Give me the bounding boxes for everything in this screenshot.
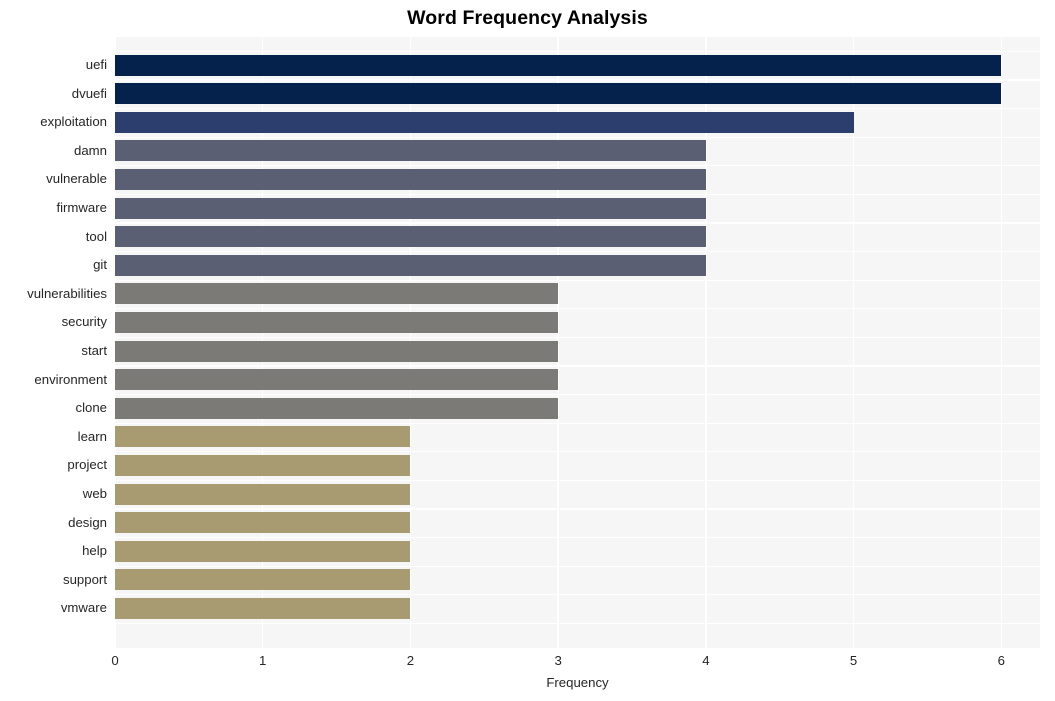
gridline-y-1 <box>115 79 1040 81</box>
x-tick-label-0: 0 <box>111 653 119 668</box>
x-tick-label-3: 3 <box>554 653 562 668</box>
bar-security[interactable] <box>115 311 559 333</box>
bar-git[interactable] <box>115 254 706 276</box>
y-tick-label-tool: tool <box>85 228 107 244</box>
gridline-y-16 <box>115 508 1040 510</box>
y-tick-label-uefi: uefi <box>85 57 107 72</box>
bar-firmware[interactable] <box>115 197 706 219</box>
x-tick-label-6: 6 <box>997 653 1005 668</box>
bar-project[interactable] <box>115 454 411 476</box>
gridline-y-3 <box>115 136 1040 138</box>
gridline-y-9 <box>115 308 1040 310</box>
y-tick-label-vmware: vmware <box>60 600 107 616</box>
bar-learn[interactable] <box>115 426 411 448</box>
gridline-x-6 <box>1000 37 1002 648</box>
word-frequency-chart: Word Frequency Analysis uefi dvuefi exploi… <box>0 0 1055 701</box>
y-tick-label-vulnerable: vulnerable <box>46 171 107 187</box>
gridline-y-20 <box>115 622 1040 625</box>
y-tick-label-web: web <box>82 486 107 501</box>
bar-support[interactable] <box>115 569 411 591</box>
plot-area <box>115 37 1040 648</box>
gridline-y-11 <box>115 365 1040 367</box>
y-tick-label-git: git <box>93 257 107 273</box>
x-tick-label-2: 2 <box>406 653 415 668</box>
y-tick-label-security: security <box>61 314 107 330</box>
gridline-y-17 <box>115 536 1040 539</box>
bar-tool[interactable] <box>115 226 706 248</box>
y-tick-label-firmware: firmware <box>56 200 107 215</box>
gridline-y-12 <box>115 393 1040 396</box>
gridline-y-5 <box>115 193 1040 196</box>
y-tick-label-vulnerabilities: vulnerabilities <box>27 285 107 301</box>
gridline-y-7 <box>115 250 1040 253</box>
gridline-y-10 <box>115 336 1040 339</box>
x-axis-label: Frequency <box>546 675 609 690</box>
gridline-y-4 <box>115 165 1040 167</box>
x-tick-label-1: 1 <box>259 653 267 668</box>
bar-clone[interactable] <box>115 397 559 419</box>
y-tick-label-dvuefi: dvuefi <box>71 85 107 101</box>
y-tick-label-environment: environment <box>34 371 107 387</box>
y-tick-label-damn: damn <box>74 142 107 158</box>
y-tick-label-start: start <box>81 343 107 358</box>
bar-exploitation[interactable] <box>115 111 854 133</box>
y-tick-label-design: design <box>68 514 107 530</box>
y-tick-label-help: help <box>82 543 107 559</box>
y-tick-label-project: project <box>67 457 107 473</box>
y-axis-tick-labels: uefi dvuefi exploitation damn vulnerable firm… <box>0 0 115 701</box>
bar-vulnerabilities[interactable] <box>115 283 559 305</box>
bar-damn[interactable] <box>115 140 706 162</box>
bar-dvuefi[interactable] <box>115 83 1002 105</box>
gridline-y-15 <box>115 479 1040 482</box>
gridline-y-13 <box>115 422 1040 424</box>
gridline-y-8 <box>115 279 1040 281</box>
bar-environment[interactable] <box>115 369 559 391</box>
bar-web[interactable] <box>115 483 411 505</box>
bar-vulnerable[interactable] <box>115 168 706 190</box>
bar-vmware[interactable] <box>115 597 411 619</box>
x-tick-label-5: 5 <box>849 653 858 668</box>
bar-uefi[interactable] <box>115 54 1002 76</box>
y-tick-label-learn: learn <box>77 428 107 444</box>
gridline-y-14 <box>115 451 1040 453</box>
gridline-y-6 <box>115 222 1040 224</box>
bar-start[interactable] <box>115 340 559 362</box>
chart-title: Word Frequency Analysis <box>407 7 648 29</box>
bar-help[interactable] <box>115 540 411 562</box>
gridline-y-0 <box>115 50 1040 53</box>
y-tick-label-exploitation: exploitation <box>40 114 107 130</box>
gridline-y-19 <box>115 594 1040 596</box>
x-tick-label-4: 4 <box>702 653 710 668</box>
y-tick-label-clone: clone <box>75 400 107 416</box>
bar-design[interactable] <box>115 512 411 534</box>
gridline-y-2 <box>115 107 1040 110</box>
gridline-y-18 <box>115 565 1040 567</box>
y-tick-label-support: support <box>63 571 107 587</box>
